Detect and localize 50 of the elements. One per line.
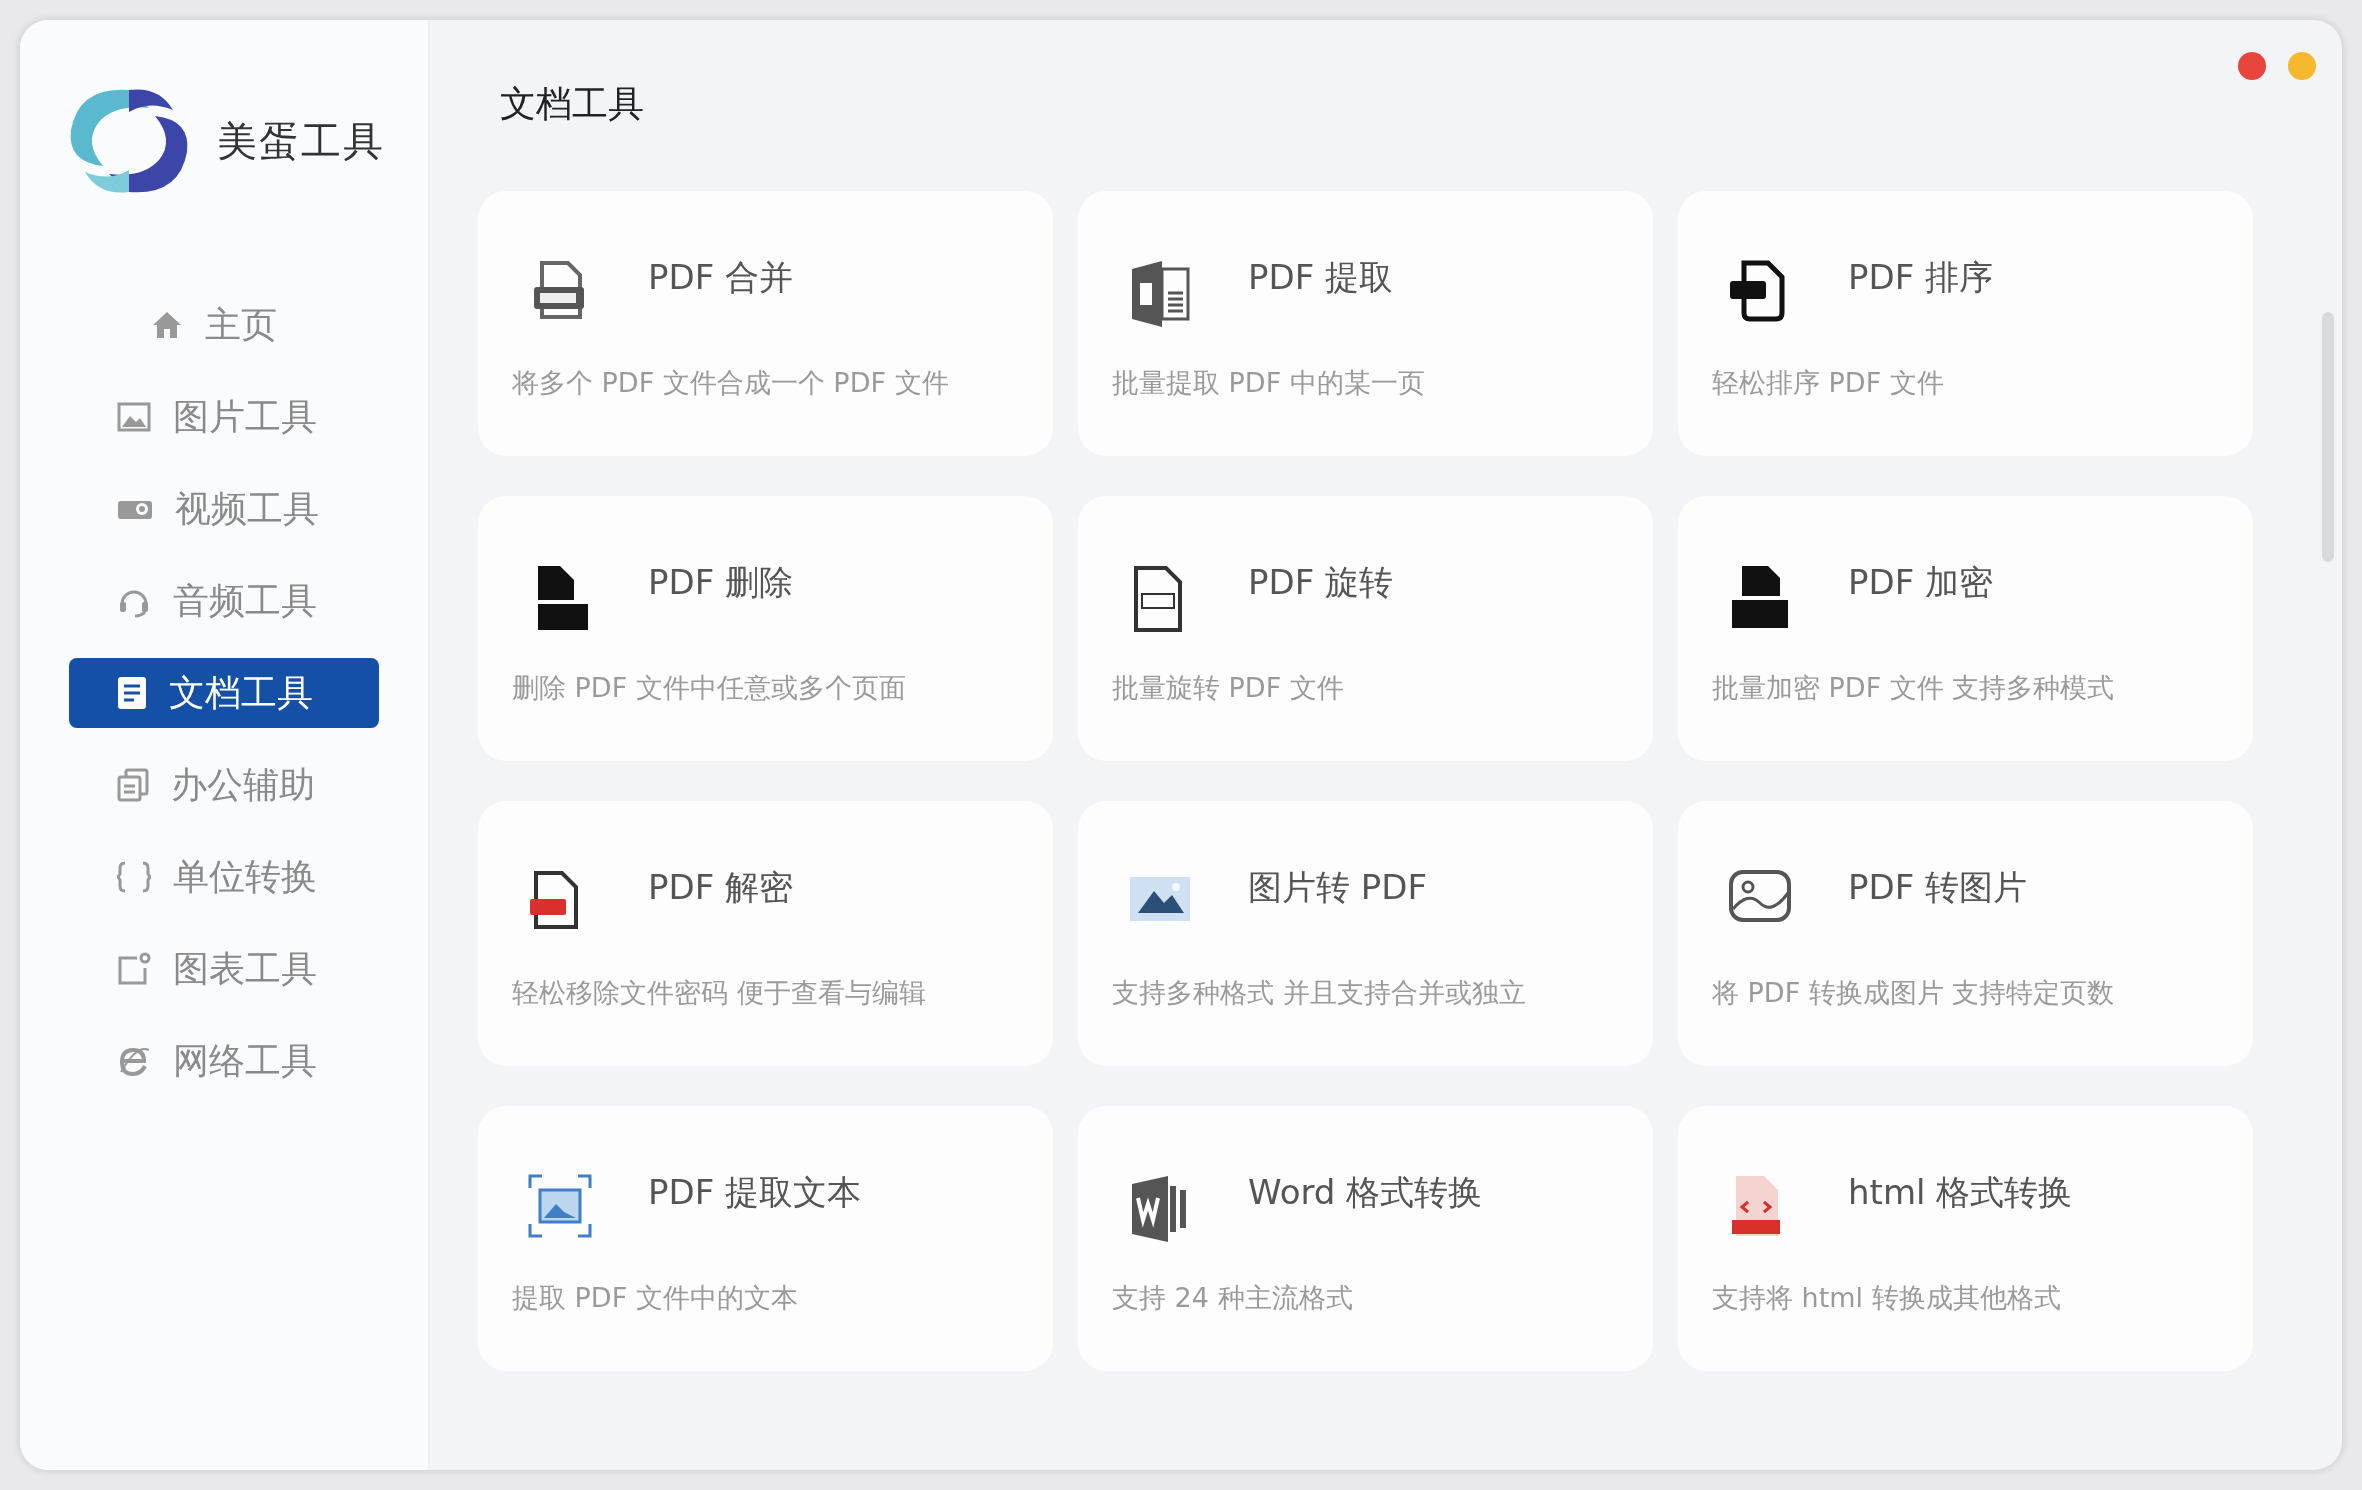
tool-title: html 格式转换 bbox=[1848, 1171, 2074, 1214]
tool-title: PDF 解密 bbox=[648, 866, 795, 909]
tool-description: 删除 PDF 文件中任意或多个页面 bbox=[512, 671, 907, 705]
home-icon bbox=[151, 310, 183, 340]
tool-card[interactable]: PDF 转图片 将 PDF 转换成图片 支持特定页数 bbox=[1678, 801, 2253, 1066]
tool-card[interactable]: 图片转 PDF 支持多种格式 并且支持合并或独立 bbox=[1078, 801, 1653, 1066]
tool-description: 支持多种格式 并且支持合并或独立 bbox=[1112, 976, 1527, 1010]
tool-title: PDF 提取 bbox=[1248, 256, 1395, 299]
tool-card[interactable]: PDF 解密 轻松移除文件密码 便于查看与编辑 bbox=[478, 801, 1053, 1066]
sidebar-item[interactable]: 文档工具 bbox=[69, 658, 379, 728]
image-icon bbox=[117, 402, 151, 432]
tool-card[interactable]: PDF 排序 轻松排序 PDF 文件 bbox=[1678, 191, 2253, 456]
tool-card[interactable]: PDF 加密 批量加密 PDF 文件 支持多种模式 bbox=[1678, 496, 2253, 761]
tool-title: PDF 删除 bbox=[648, 561, 795, 604]
tool-card[interactable]: PDF 合并 将多个 PDF 文件合成一个 PDF 文件 bbox=[478, 191, 1053, 456]
braces-icon bbox=[117, 861, 151, 893]
image-icon bbox=[1728, 869, 1792, 925]
close-button[interactable] bbox=[2238, 52, 2266, 80]
tool-title: PDF 提取文本 bbox=[648, 1171, 863, 1214]
tool-description: 批量提取 PDF 中的某一页 bbox=[1112, 366, 1426, 400]
tool-card[interactable]: PDF 提取 批量提取 PDF 中的某一页 bbox=[1078, 191, 1653, 456]
tool-description: 支持 24 种主流格式 bbox=[1112, 1281, 1354, 1315]
tool-description: 轻松排序 PDF 文件 bbox=[1712, 366, 1945, 400]
tool-title: PDF 排序 bbox=[1848, 256, 1995, 299]
tool-description: 将多个 PDF 文件合成一个 PDF 文件 bbox=[512, 366, 950, 400]
tool-title: PDF 加密 bbox=[1848, 561, 1995, 604]
tool-description: 支持将 html 转换成其他格式 bbox=[1712, 1281, 2062, 1315]
tool-description: 批量加密 PDF 文件 支持多种模式 bbox=[1712, 671, 2116, 705]
tool-description: 提取 PDF 文件中的文本 bbox=[512, 1281, 799, 1315]
tool-title: Word 格式转换 bbox=[1248, 1171, 1484, 1214]
minimize-button[interactable] bbox=[2288, 52, 2316, 80]
tool-description: 将 PDF 转换成图片 支持特定页数 bbox=[1712, 976, 2116, 1010]
app-name: 美蛋工具 bbox=[217, 116, 385, 166]
image-scan-icon bbox=[528, 1174, 592, 1238]
scrollbar[interactable] bbox=[2322, 312, 2334, 562]
document-icon bbox=[117, 676, 147, 710]
tool-card[interactable]: Word 格式转换 支持 24 种主流格式 bbox=[1078, 1106, 1653, 1371]
tool-card[interactable]: PDF 删除 删除 PDF 文件中任意或多个页面 bbox=[478, 496, 1053, 761]
tool-title: PDF 旋转 bbox=[1248, 561, 1395, 604]
tool-card[interactable]: PDF 提取文本 提取 PDF 文件中的文本 bbox=[478, 1106, 1053, 1371]
tool-title: PDF 合并 bbox=[648, 256, 795, 299]
tool-description: 轻松移除文件密码 便于查看与编辑 bbox=[512, 976, 927, 1010]
tool-title: 图片转 PDF bbox=[1248, 866, 1429, 909]
tool-card[interactable]: PDF 旋转 批量旋转 PDF 文件 bbox=[1078, 496, 1653, 761]
copy-icon bbox=[117, 768, 149, 802]
page-title: 文档工具 bbox=[500, 82, 645, 126]
chart-icon bbox=[117, 952, 151, 986]
tool-description: 批量旋转 PDF 文件 bbox=[1112, 671, 1345, 705]
tool-card[interactable]: html 格式转换 支持将 html 转换成其他格式 bbox=[1678, 1106, 2253, 1371]
tool-title: PDF 转图片 bbox=[1848, 866, 2029, 909]
